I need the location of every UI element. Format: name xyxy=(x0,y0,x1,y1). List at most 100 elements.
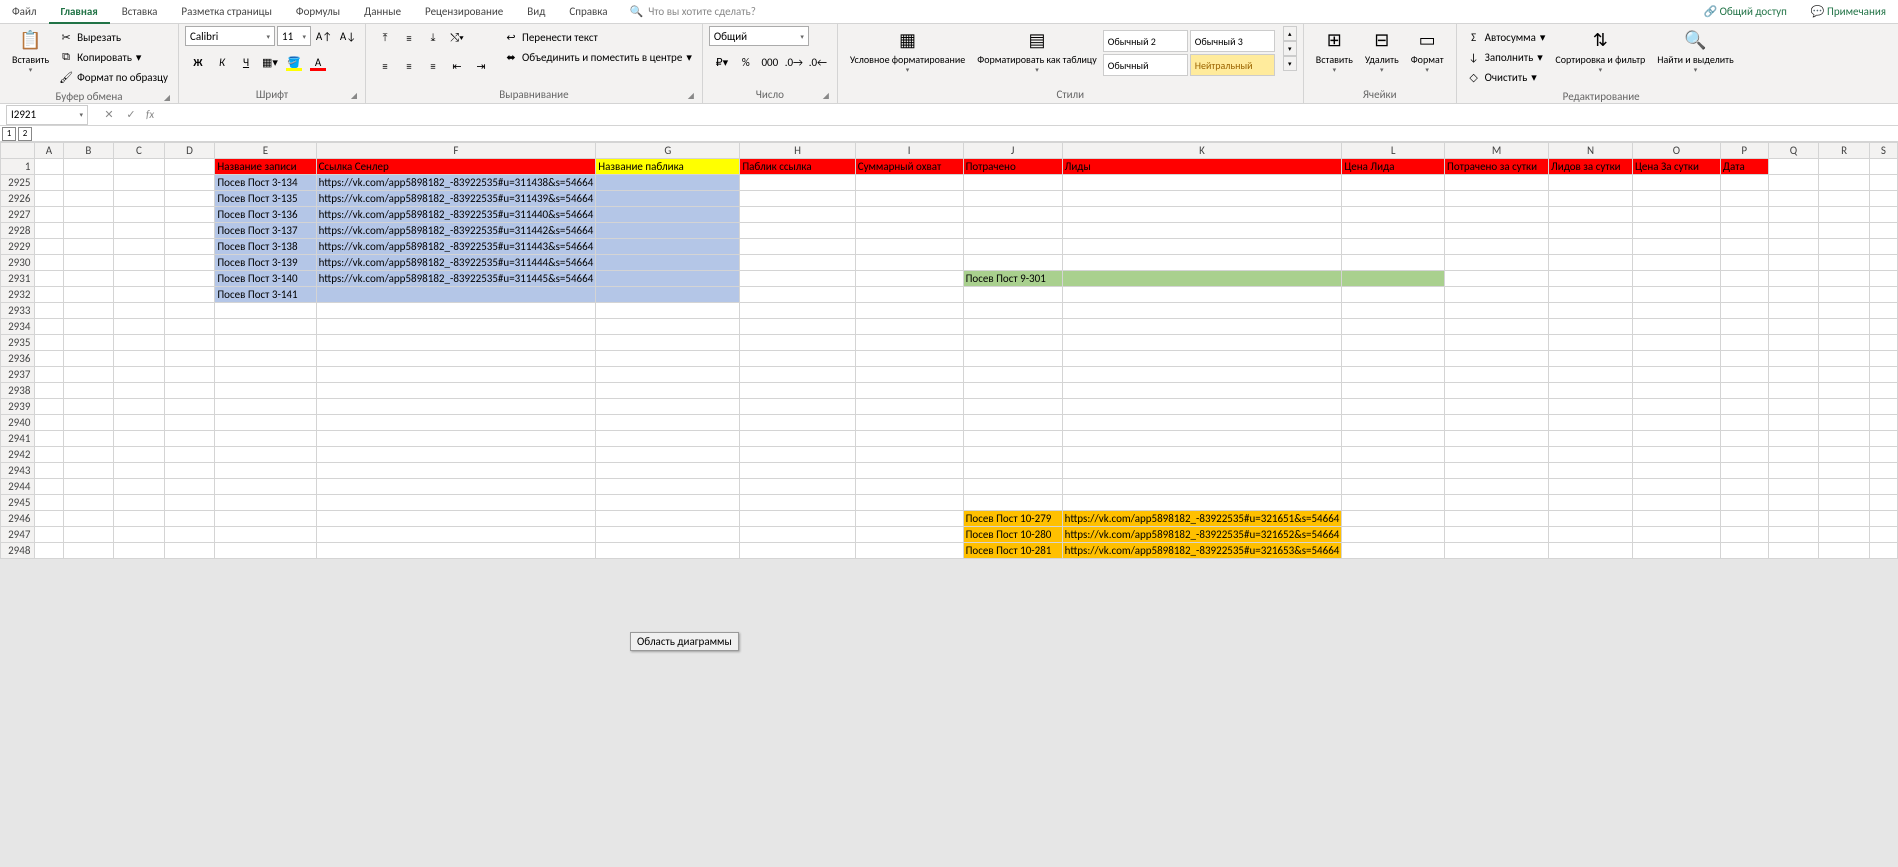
cell[interactable] xyxy=(1768,303,1819,319)
cell[interactable] xyxy=(1720,303,1768,319)
cell[interactable] xyxy=(1632,447,1720,463)
tab-page-layout[interactable]: Разметка страницы xyxy=(169,0,284,24)
cell[interactable] xyxy=(596,303,740,319)
cell[interactable] xyxy=(316,463,596,479)
cell[interactable] xyxy=(316,287,596,303)
dialog-launcher-icon[interactable]: ◢ xyxy=(164,93,170,103)
cell[interactable] xyxy=(316,303,596,319)
cell[interactable] xyxy=(1062,239,1342,255)
cell[interactable] xyxy=(596,399,740,415)
row-header[interactable]: 2942 xyxy=(1,447,35,463)
column-header[interactable]: L xyxy=(1342,143,1445,159)
cell[interactable] xyxy=(1062,495,1342,511)
cell[interactable] xyxy=(164,447,215,463)
font-name-combo[interactable]: Calibri▾ xyxy=(185,26,275,46)
cell[interactable] xyxy=(63,271,114,287)
cell[interactable] xyxy=(1549,431,1633,447)
cell[interactable] xyxy=(1445,335,1549,351)
cell[interactable] xyxy=(1062,319,1342,335)
cell[interactable] xyxy=(1445,255,1549,271)
cell[interactable]: Название паблика xyxy=(596,159,740,175)
column-header[interactable]: M xyxy=(1445,143,1549,159)
cell[interactable] xyxy=(740,447,855,463)
cell[interactable] xyxy=(855,543,963,559)
cell[interactable]: Дата xyxy=(1720,159,1768,175)
cell[interactable]: Потрачено xyxy=(963,159,1062,175)
cell[interactable] xyxy=(1445,207,1549,223)
cell[interactable] xyxy=(1342,223,1445,239)
cell[interactable] xyxy=(1869,351,1897,367)
tab-file[interactable]: Файл xyxy=(0,0,49,24)
cell[interactable]: https://vk.com/app5898182_-83922535#u=31… xyxy=(316,175,596,191)
align-bottom-button[interactable]: ⤓ xyxy=(422,28,444,48)
cell[interactable] xyxy=(114,335,165,351)
cell[interactable] xyxy=(1342,383,1445,399)
enter-formula-button[interactable]: ✓ xyxy=(120,105,142,125)
cell[interactable] xyxy=(963,191,1062,207)
cell[interactable] xyxy=(1549,207,1633,223)
fill-color-button[interactable]: 🪣 xyxy=(283,52,305,72)
cell[interactable] xyxy=(35,479,63,495)
cell[interactable] xyxy=(114,191,165,207)
cell[interactable] xyxy=(215,335,316,351)
cell[interactable] xyxy=(963,431,1062,447)
cell[interactable] xyxy=(1445,463,1549,479)
cell[interactable] xyxy=(1632,383,1720,399)
cell[interactable] xyxy=(855,175,963,191)
cell[interactable] xyxy=(596,175,740,191)
cell[interactable]: Цена Лида xyxy=(1342,159,1445,175)
style-normal[interactable]: Обычный xyxy=(1103,54,1188,76)
cell[interactable] xyxy=(114,207,165,223)
cell[interactable] xyxy=(63,479,114,495)
cell[interactable] xyxy=(63,463,114,479)
cell[interactable] xyxy=(1869,495,1897,511)
cell[interactable] xyxy=(1768,287,1819,303)
cell[interactable] xyxy=(596,511,740,527)
cell[interactable] xyxy=(1632,351,1720,367)
cell[interactable] xyxy=(1062,191,1342,207)
cell[interactable] xyxy=(63,383,114,399)
cell[interactable] xyxy=(1632,479,1720,495)
cell[interactable] xyxy=(1549,319,1633,335)
cell[interactable] xyxy=(596,271,740,287)
cell[interactable] xyxy=(1445,239,1549,255)
cell[interactable] xyxy=(596,495,740,511)
tab-help[interactable]: Справка xyxy=(557,0,619,24)
cell[interactable] xyxy=(1445,223,1549,239)
cell[interactable] xyxy=(963,447,1062,463)
row-header[interactable]: 2926 xyxy=(1,191,35,207)
format-as-table-button[interactable]: ▤Форматировать как таблицу▾ xyxy=(971,26,1103,76)
tab-insert[interactable]: Вставка xyxy=(110,0,170,24)
cell[interactable] xyxy=(1062,479,1342,495)
cell[interactable] xyxy=(1445,271,1549,287)
cell[interactable] xyxy=(1342,239,1445,255)
cell[interactable] xyxy=(1549,223,1633,239)
cell[interactable] xyxy=(1869,383,1897,399)
cell[interactable] xyxy=(596,207,740,223)
column-header[interactable]: S xyxy=(1869,143,1897,159)
cell[interactable]: Паблик ссылка xyxy=(740,159,855,175)
cell[interactable] xyxy=(1869,543,1897,559)
cell[interactable] xyxy=(1768,495,1819,511)
cell[interactable] xyxy=(1445,543,1549,559)
dialog-launcher-icon[interactable]: ◢ xyxy=(823,91,829,101)
cell[interactable] xyxy=(1549,367,1633,383)
cell[interactable] xyxy=(63,175,114,191)
cell[interactable] xyxy=(596,367,740,383)
cell[interactable] xyxy=(1869,207,1897,223)
cell[interactable] xyxy=(215,511,316,527)
cell[interactable] xyxy=(1768,415,1819,431)
cell[interactable] xyxy=(740,543,855,559)
cell[interactable] xyxy=(740,335,855,351)
cell[interactable] xyxy=(316,319,596,335)
cell[interactable] xyxy=(1819,319,1870,335)
column-header[interactable]: Q xyxy=(1768,143,1819,159)
cell[interactable]: Название записи xyxy=(215,159,316,175)
cell[interactable] xyxy=(1445,367,1549,383)
find-select-button[interactable]: 🔍Найти и выделить▾ xyxy=(1651,26,1739,76)
cell[interactable]: Посев Пост 3-135 xyxy=(215,191,316,207)
cell[interactable] xyxy=(1768,543,1819,559)
cell[interactable] xyxy=(1720,255,1768,271)
cell[interactable] xyxy=(1869,303,1897,319)
cell[interactable]: Лидов за сутки xyxy=(1549,159,1633,175)
